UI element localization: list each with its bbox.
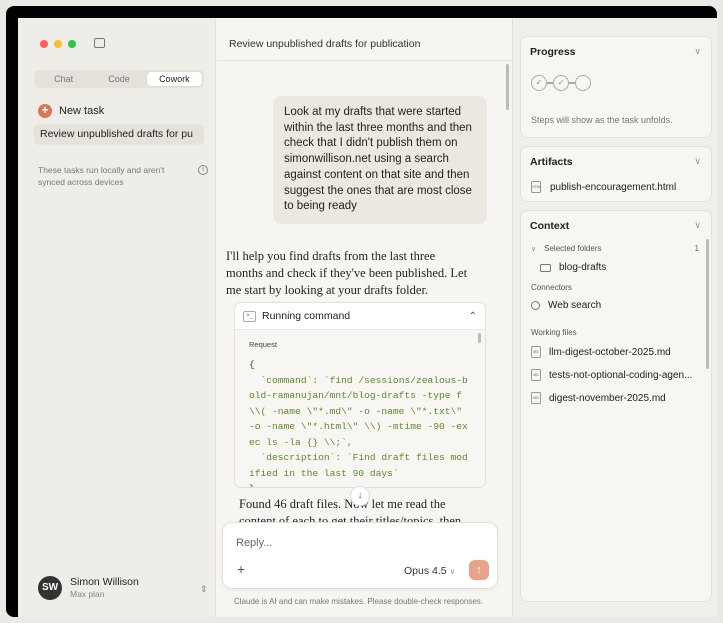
chevron-up-icon[interactable]: ⌃ [469,311,477,322]
conversation-title: Review unpublished drafts for publicatio… [229,38,421,50]
code-close: } [249,483,255,487]
maximize-button[interactable] [68,40,76,48]
working-file-name: tests-not-optional-coding-agen... [549,369,693,381]
working-files-label: Working files [531,328,577,337]
artifact-item[interactable]: HTML publish-encouragement.html [531,181,676,193]
mode-chat[interactable]: Chat [36,72,91,86]
working-file-item[interactable]: MD digest-november-2025.md [531,392,666,404]
conversation-panel: Review unpublished drafts for publicatio… [217,18,512,617]
task-item-current[interactable]: Review unpublished drafts for pu [34,124,204,145]
mode-cowork[interactable]: Cowork [146,72,202,86]
context-card: Context ∨ ∨ Selected folders 1 blog-draf… [520,210,712,602]
markdown-file-icon: MD [531,369,541,381]
reply-input[interactable]: Reply... [236,537,272,549]
check-icon: ✓ [553,75,569,91]
command-header[interactable]: >_ Running command ⌃ [235,303,485,329]
progress-title: Progress [530,46,576,58]
artifacts-title: Artifacts [530,156,573,168]
selected-folders-count: 1 [694,244,699,253]
command-scrollbar[interactable] [478,333,481,343]
mode-code[interactable]: Code [91,72,146,86]
html-file-icon: HTML [531,181,542,193]
progress-steps: ✓ ✓ [531,75,591,91]
chevron-down-icon: ∨ [449,567,456,576]
sidebar: Chat Code Cowork + New task Review unpub… [18,18,216,617]
user-message: Look at my drafts that were started with… [273,96,487,224]
connector-item[interactable]: Web search [531,300,601,311]
chevron-down-icon: ∨ [531,245,537,253]
chevron-down-icon[interactable]: ∨ [694,156,701,167]
scroll-down-button[interactable]: ↓ [350,486,370,506]
selected-folders-label: Selected folders [544,244,602,253]
working-file-name: digest-november-2025.md [549,392,666,404]
new-task-button[interactable]: + New task [38,104,104,118]
add-attachment-icon[interactable]: + [237,561,245,577]
info-icon[interactable]: i [198,165,208,175]
markdown-file-icon: MD [531,346,541,358]
connectors-label: Connectors [531,283,572,292]
folder-icon [540,263,551,272]
command-request: Request { `command`: `find /sessions/zea… [235,329,485,487]
folder-name: blog-drafts [559,262,607,273]
model-selector[interactable]: Opus 4.5 ∨ [404,565,455,577]
composer: Reply... + Opus 4.5 ∨ ↑ [222,522,498,589]
code-open: { [249,359,255,370]
working-file-name: llm-digest-october-2025.md [549,346,671,358]
close-button[interactable] [40,40,48,48]
header-divider [217,60,512,61]
context-title: Context [530,220,570,232]
markdown-file-icon: MD [531,392,541,404]
connector-name: Web search [548,300,602,311]
minimize-button[interactable] [54,40,62,48]
plus-icon: + [38,104,52,118]
conversation-scrollbar[interactable] [506,64,509,110]
user-profile[interactable]: SW Simon Willison Max plan [38,576,139,600]
window-controls [40,40,76,48]
local-tasks-note: These tasks run locally and aren't synce… [38,165,165,187]
code-body: `command`: `find /sessions/zealous-bold-… [249,374,468,479]
task-item-label: Review unpublished drafts for pu [40,128,193,140]
check-icon: ✓ [531,75,547,91]
request-label: Request [249,340,277,349]
working-file-item[interactable]: MD tests-not-optional-coding-agen... [531,369,692,381]
send-button[interactable]: ↑ [469,560,489,580]
model-name: Opus 4.5 [404,565,447,577]
app-window: Chat Code Cowork + New task Review unpub… [18,18,717,617]
selected-folders-header[interactable]: ∨ Selected folders [531,244,602,253]
chevron-updown-icon[interactable]: ⇕ [200,584,208,595]
disclaimer: Claude is AI and can make mistakes. Plea… [234,597,484,606]
chevron-down-icon[interactable]: ∨ [694,220,701,231]
command-status: Running command [262,310,351,322]
artifacts-card: Artifacts ∨ HTML publish-encouragement.h… [520,146,712,202]
terminal-icon: >_ [243,310,256,322]
empty-step-icon [575,75,591,91]
avatar: SW [38,576,62,600]
mode-switcher: Chat Code Cowork [34,70,204,88]
context-scrollbar[interactable] [706,239,709,369]
task-panel: Progress ∨ ✓ ✓ Steps will show as the ta… [512,18,717,617]
progress-hint: Steps will show as the task unfolds. [531,115,673,125]
command-block: >_ Running command ⌃ Request { `command`… [234,302,486,488]
new-task-label: New task [59,105,105,117]
user-name: Simon Willison [70,576,139,588]
progress-card: Progress ∨ ✓ ✓ Steps will show as the ta… [520,36,712,138]
assistant-message: I'll help you find drafts from the last … [226,249,468,297]
working-file-item[interactable]: MD llm-digest-october-2025.md [531,346,671,358]
folder-item[interactable]: blog-drafts [540,262,606,273]
globe-icon [531,301,540,310]
sidebar-toggle-icon[interactable] [94,38,105,48]
artifact-name: publish-encouragement.html [550,181,677,193]
user-plan: Max plan [70,589,105,599]
command-code: { `command`: `find /sessions/zealous-bol… [249,357,473,487]
chevron-down-icon[interactable]: ∨ [694,46,701,57]
